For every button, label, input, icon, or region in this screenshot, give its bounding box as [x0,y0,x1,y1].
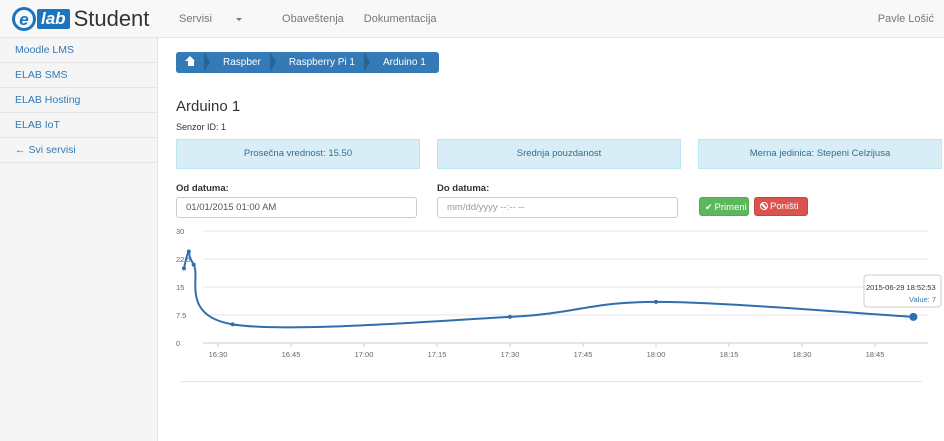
x-tick-label: 17:00 [355,350,374,359]
sidebar-item-back[interactable]: ← Svi servisi [0,138,157,163]
chart-x-ticks: 16:30 16:45 17:00 17:15 17:30 17:45 18:00 18:15… [209,343,885,359]
user-name[interactable]: Pavle Lošić [878,0,934,38]
y-tick-label: 30 [176,227,184,236]
arrow-left-icon: ← [15,144,26,156]
logo-e-icon: e [12,7,36,31]
nav-item-obavestenja[interactable]: Obaveštenja [282,13,344,25]
sidebar-item-elab-sms[interactable]: ELAB SMS [0,63,157,88]
nav-item-servisi-label: Servisi [179,13,213,25]
chart-series-line [182,250,914,329]
top-nav: Servisi Obaveštenja Dokumentacija [179,0,457,38]
x-tick-label: 17:30 [501,350,520,359]
chart-bottom-rule [181,381,922,382]
sidebar-item-moodle-lms[interactable]: Moodle LMS [0,38,157,63]
x-tick-label: 17:45 [574,350,593,359]
sidebar-back-label: Svi servisi [28,144,76,156]
chart-point[interactable] [191,262,196,267]
chart-tooltip: 2015-06-29 18:52:53 Value: 7 [863,274,942,308]
y-tick-label: 0 [176,339,180,348]
brand-logo[interactable]: e lab Student [12,5,149,33]
sidebar-item-elab-hosting[interactable]: ELAB Hosting [0,88,157,113]
nav-item-servisi[interactable]: Servisi [179,13,262,25]
brand-text: Student [73,6,150,31]
logo-e-text: e [19,9,29,29]
x-tick-label: 18:00 [647,350,666,359]
chart-point[interactable] [230,322,235,327]
x-tick-label: 18:30 [793,350,812,359]
navbar: e lab Student Servisi Obaveštenja Dokume… [0,0,944,38]
chart-point[interactable] [508,314,512,319]
x-tick-label: 18:15 [720,350,739,359]
tooltip-title: 2015-06-29 18:52:53 [866,283,936,292]
logo-lab: lab [37,9,70,29]
sidebar-item-elab-iot[interactable]: ELAB IoT [0,113,157,138]
x-tick-label: 16:45 [282,350,301,359]
caret-down-icon [236,17,243,21]
y-tick-label: 22.5 [176,255,191,264]
x-tick-label: 16:30 [209,350,228,359]
y-tick-label: 7.5 [176,311,186,320]
tooltip-value: Value: 7 [909,295,936,304]
y-tick-label: 15 [176,283,184,292]
sidebar: Moodle LMS ELAB SMS ELAB Hosting ELAB Io… [0,38,158,441]
chart-point[interactable] [654,299,658,304]
nav-item-dokumentacija[interactable]: Dokumentacija [364,13,437,25]
chart-point[interactable] [186,249,191,254]
chart-y-ticks: 0 7.5 15 22.5 30 [176,227,191,348]
chart-point[interactable] [181,266,186,271]
main-content: Raspber Raspberry Pi 1 Arduino 1 Arduino… [158,38,944,441]
x-tick-label: 17:15 [428,350,447,359]
chart-point[interactable] [909,312,918,321]
x-tick-label: 18:45 [866,350,885,359]
